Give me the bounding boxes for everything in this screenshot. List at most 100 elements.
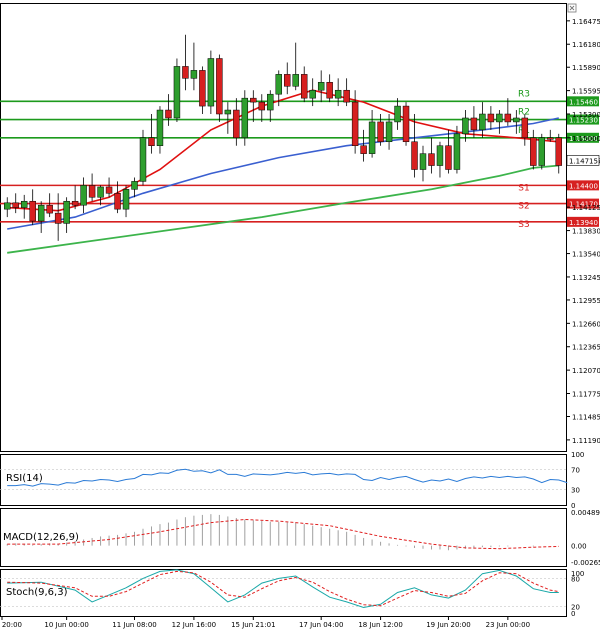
candle-body [37,204,45,222]
macd-axis-tick-label: 0.00 [571,543,587,551]
level-price-label: 1.14400 [569,182,598,190]
candle-body [470,117,478,131]
candle-body [114,193,121,210]
candle [20,194,28,219]
time-axis-tick-label: 12 Jun 16:00 [172,621,216,629]
price-axis-tick-label: 1.15000 [572,135,600,143]
price-axis-tick-label: 1.15890 [572,64,600,72]
candle-body [284,74,291,87]
candle [199,66,206,115]
level-name-r3: R3 [518,89,530,99]
price-axis-tick-label: 1.15595 [572,88,600,96]
candle-body [182,66,189,79]
stoch-main-line [7,569,559,609]
level-price-label: 1.15460 [569,98,598,106]
candle-body [411,141,418,170]
candle [97,185,104,206]
candle-body [309,89,316,99]
candle [173,58,181,122]
candle [428,137,435,174]
candle-body [496,113,503,123]
level-name-r2: R2 [518,108,530,118]
candle [224,102,232,134]
candle-body [88,185,96,198]
candle-body [368,121,376,154]
candle-body [224,109,232,115]
candle-body [46,204,53,214]
candle [216,54,223,122]
candle-body [139,137,147,182]
macd-signal-line [7,518,559,550]
time-axis-tick-label: 10 Jun 00:00 [44,621,88,629]
macd-panel-frame [0,508,567,567]
candle [368,110,376,158]
candle [131,177,138,198]
time-axis-tick-label: 9 Jun 20:00 [0,621,22,629]
candle [419,145,427,182]
candle [12,193,19,214]
candle [326,74,333,103]
candle-body [436,145,444,166]
candle-body [12,202,19,208]
candle-body [351,101,359,146]
stoch-label: Stoch(9,6,3) [6,587,68,598]
candle [182,34,189,91]
candle [496,110,503,134]
candle-body [190,70,198,79]
candle-body [267,93,274,111]
candle [105,177,113,198]
time-axis-tick-label: 17 Jun 04:00 [299,621,343,629]
candle-body [173,66,181,119]
price-axis-tick-label: 1.11190 [572,437,600,445]
candle [46,193,53,218]
candle-body [462,117,469,135]
candle [284,62,291,95]
time-axis-tick-label: 23 Jun 00:00 [486,621,530,629]
forex-chart-root: R31.15460R21.15230R11.15000S11.14400S21.… [0,0,600,632]
candle-body [479,113,486,131]
candle [63,197,70,233]
candle-body [334,89,342,99]
rsi-label: RSI(14) [6,473,43,484]
ma-slow-line [7,164,559,254]
candle [88,173,96,202]
rsi-axis-tick-label: 30 [571,487,580,495]
level-name-s2: S2 [518,202,529,212]
candle [156,106,164,154]
candle-body [402,105,410,143]
candle-body [233,109,240,139]
price-axis-tick-label: 1.11775 [572,391,600,399]
candle-body [445,145,452,170]
candle-body [394,105,401,123]
rsi-panel-frame [0,454,567,506]
candle-body [453,133,461,170]
candle [394,98,401,130]
candle-body [4,202,11,210]
candle [190,42,198,91]
window-close-box-icon[interactable] [567,3,577,13]
candle [411,114,418,178]
candle-body [275,74,282,95]
current-price-label: 1.14715 [569,157,598,165]
level-name-s3: S3 [518,220,529,230]
time-axis-tick-label: 11 Jun 08:00 [112,621,156,629]
macd-axis-tick-label: -0.002651 [571,559,600,567]
level-price-label: 1.13940 [569,219,598,227]
candle-body [131,181,138,190]
macd-axis-tick-label: 0.004899 [571,509,600,517]
candle [530,129,537,170]
candle-body [207,58,215,107]
price-axis-tick-label: 1.12660 [572,320,600,328]
candle [267,90,274,122]
candle-body [20,200,28,208]
candle-body [428,153,435,166]
candle-body [63,200,70,224]
candle [292,42,299,91]
candle [250,90,257,122]
candle-body [29,200,36,222]
stoch-axis-tick-label: 0 [571,610,575,618]
main-panel-frame [0,3,567,452]
price-axis-tick-label: 1.13540 [572,251,600,259]
candle-body [122,189,130,210]
candle-body [148,137,155,146]
